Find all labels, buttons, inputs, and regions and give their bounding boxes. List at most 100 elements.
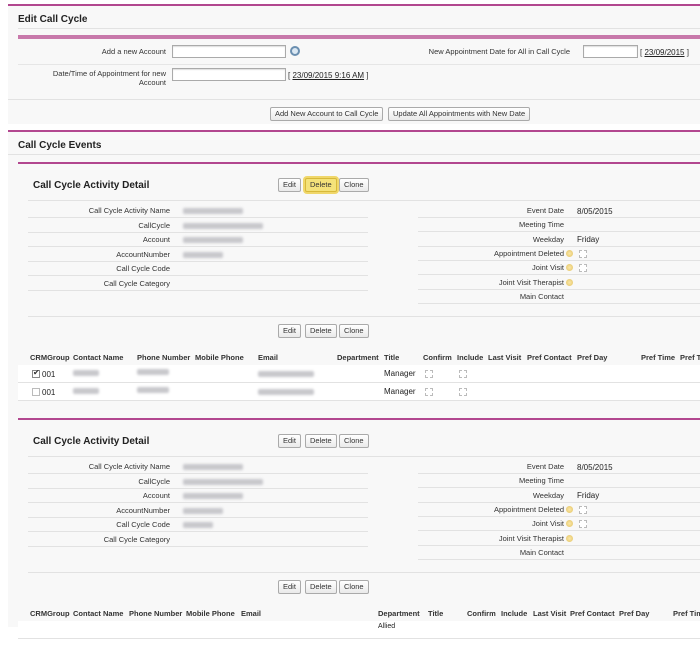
column-header[interactable]: Confirm (467, 609, 496, 618)
field-label: Meeting Time (518, 476, 564, 486)
edit-button[interactable]: Edit (278, 434, 301, 448)
new-date-link[interactable]: 23/09/2015 (644, 48, 684, 57)
column-header[interactable]: Include (501, 609, 527, 618)
panel-title: Call Cycle Activity Detail (33, 180, 150, 191)
add-account-label: Add a new Account (101, 47, 166, 56)
delete-button[interactable]: Delete (305, 434, 337, 448)
column-header[interactable]: CRMGroup (30, 609, 70, 618)
field-label: Call Cycle Code (116, 520, 170, 529)
column-header[interactable]: Pref Day (577, 353, 607, 362)
column-header[interactable]: Mobile Phone (186, 609, 235, 618)
redacted-contact (73, 370, 99, 376)
redacted-value (183, 208, 243, 214)
datetime-now-link[interactable]: [ 23/09/2015 9:16 AM ] (288, 71, 369, 80)
help-info-icon[interactable] (566, 534, 573, 542)
form-header-bar (18, 35, 700, 39)
add-account-button[interactable]: Add New Account to Call Cycle (270, 107, 384, 121)
clone-button-bottom[interactable]: Clone (339, 324, 369, 338)
field-label: Account (142, 491, 170, 500)
edit-button-bottom[interactable]: Edit (278, 580, 301, 594)
update-appointments-button[interactable]: Update All Appointments with New Date (388, 107, 531, 121)
contacts-table: CRMGroup Contact Name Phone Number Mobile P… (18, 604, 700, 664)
column-header[interactable]: Email (241, 609, 261, 618)
field-label: Weekday (532, 234, 564, 244)
include-checkbox (459, 388, 467, 396)
column-header[interactable]: Include (457, 353, 483, 362)
column-header[interactable]: Pref Time (673, 609, 700, 618)
field-label: Weekday (532, 490, 564, 500)
event-date-value: 8/05/2015 (577, 207, 613, 216)
column-header[interactable]: Title (428, 609, 443, 618)
redacted-email (258, 371, 314, 377)
delete-button[interactable]: Delete (305, 178, 337, 192)
column-header[interactable]: Pref Contact (570, 609, 615, 618)
crmgroup-checkbox[interactable] (32, 368, 40, 378)
column-header[interactable]: Confirm (423, 353, 452, 362)
panel-title: Call Cycle Activity Detail (33, 436, 150, 447)
confirm-checkbox (425, 370, 433, 378)
column-header[interactable]: Contact Name (73, 353, 123, 362)
column-header[interactable]: Email (258, 353, 278, 362)
clone-button[interactable]: Clone (339, 434, 369, 448)
checkbox (579, 264, 587, 273)
redacted-value (183, 251, 223, 258)
column-header[interactable]: Phone Number (137, 353, 190, 362)
edit-button[interactable]: Edit (278, 178, 301, 192)
new-date-input[interactable] (583, 45, 638, 58)
column-header[interactable]: Mobile Phone (195, 353, 244, 362)
new-date-label: New Appointment Date for All in Call Cyc… (428, 47, 570, 56)
field-label: Main Contact (519, 291, 564, 301)
column-header[interactable]: Last Visit (533, 609, 566, 618)
column-header[interactable]: CRMGroup (30, 353, 70, 362)
checkbox (579, 520, 587, 529)
column-header[interactable]: Last Visit (488, 353, 521, 362)
crmgroup-checkbox[interactable] (32, 388, 40, 396)
weekday-value: Friday (577, 235, 600, 244)
field-label: AccountNumber (116, 249, 170, 259)
include-checkbox (459, 370, 467, 378)
field-label: Call Cycle Category (103, 278, 170, 288)
help-info-icon[interactable] (566, 264, 573, 272)
redacted-value (183, 522, 213, 528)
add-account-input[interactable] (172, 45, 286, 58)
checkbox (579, 249, 587, 258)
field-label: Joint Visit Therapist (498, 277, 564, 287)
column-header[interactable]: Phone Number (129, 609, 182, 618)
new-date-today-link[interactable]: [ 23/09/2015 ] (640, 48, 689, 57)
column-header[interactable]: Pref Contact (527, 353, 572, 362)
help-info-icon[interactable] (566, 505, 573, 513)
lookup-search-icon[interactable] (290, 46, 300, 56)
column-header[interactable]: Contact Name (73, 609, 123, 618)
column-header[interactable]: Pref Time (641, 353, 675, 362)
field-label: Call Cycle Activity Name (88, 206, 170, 215)
field-label: Appointment Deleted (493, 248, 564, 258)
column-header[interactable]: Title (384, 353, 399, 362)
delete-button-bottom[interactable]: Delete (305, 580, 337, 594)
crmgroup-value: 001 (42, 388, 56, 397)
column-header[interactable]: Pref Day (619, 609, 649, 618)
column-header[interactable]: Pref T (680, 353, 700, 362)
delete-button-bottom[interactable]: Delete (305, 324, 337, 338)
field-label: Main Contact (519, 547, 564, 557)
field-label: Event Date (526, 462, 564, 471)
edit-button-bottom[interactable]: Edit (278, 324, 301, 338)
column-header[interactable]: Department (337, 353, 379, 362)
activity-detail-panel: Call Cycle Activity Detail Edit Delete Clon… (18, 418, 700, 639)
table-row: 001 Manager (18, 365, 700, 383)
datetime-input[interactable] (172, 68, 286, 81)
table-row: 001 Manager (18, 383, 700, 401)
help-info-icon[interactable] (566, 278, 573, 286)
title-value: Manager (384, 387, 416, 396)
edit-call-cycle-section: Edit Call Cycle Add a new Account New Ap… (8, 4, 700, 124)
datetime-link[interactable]: 23/09/2015 9:16 AM (292, 71, 364, 80)
field-label: CallCycle (138, 220, 170, 230)
column-header[interactable]: Department (378, 609, 420, 618)
clone-button[interactable]: Clone (339, 178, 369, 192)
field-label: Joint Visit (532, 263, 564, 273)
title-value: Manager (384, 369, 416, 378)
help-info-icon[interactable] (566, 520, 573, 528)
redacted-value (183, 464, 243, 470)
redacted-value (183, 507, 223, 514)
clone-button-bottom[interactable]: Clone (339, 580, 369, 594)
help-info-icon[interactable] (566, 249, 573, 257)
